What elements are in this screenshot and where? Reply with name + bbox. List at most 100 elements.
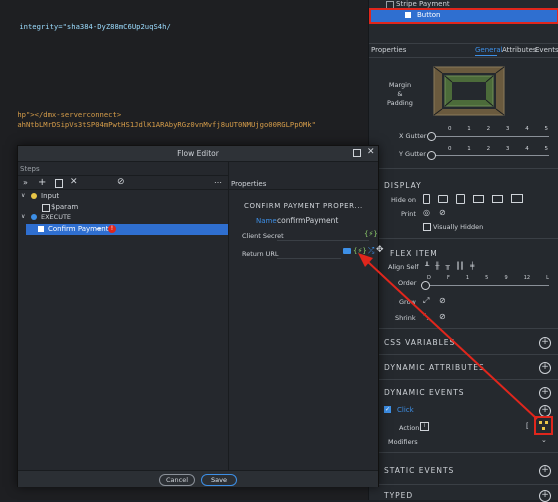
arrow-icon: ⇨ — [96, 225, 102, 233]
name-input[interactable]: confirmPayment — [277, 216, 338, 225]
tick-label: 3 — [505, 126, 510, 132]
visually-hidden-checkbox[interactable] — [423, 223, 431, 231]
add-dynamic-attribute-icon[interactable]: + — [539, 362, 551, 374]
align-baseline-icon[interactable]: ╪ — [470, 262, 474, 270]
dynamic-data-picker-icon[interactable]: [ — [526, 422, 529, 430]
return-url-input[interactable] — [277, 258, 341, 259]
action-label: Action — [399, 424, 420, 432]
maximize-icon[interactable] — [353, 149, 361, 157]
divider — [369, 354, 558, 355]
tick-label: 1 — [467, 146, 471, 152]
y-gutter-slider-handle[interactable] — [427, 151, 436, 160]
laptop-icon[interactable] — [473, 195, 484, 203]
phone-portrait-icon[interactable] — [423, 194, 430, 204]
folder-icon[interactable] — [343, 248, 351, 254]
divider — [369, 379, 558, 380]
margin-label: Margin — [388, 81, 412, 89]
x-gutter-slider[interactable] — [431, 136, 549, 137]
divider — [369, 168, 558, 169]
align-stretch-icon[interactable]: ║║ — [456, 262, 464, 270]
chevron-down-icon[interactable]: ⌄ — [541, 436, 547, 444]
large-desktop-icon[interactable] — [511, 194, 523, 203]
add-step-icon[interactable]: + — [38, 177, 46, 188]
eye-icon[interactable]: ◎ — [423, 208, 430, 217]
tick-label: 5 — [544, 146, 548, 152]
tree-item-execute[interactable]: EXECUTE — [41, 213, 71, 221]
steps-pane: Steps » + ✕ ⊘ … ∨ Input $param ∨ EXECUTE… — [18, 162, 229, 470]
input-icon — [31, 193, 37, 199]
dynamic-data-icon[interactable]: {⚡} — [353, 247, 367, 255]
phone-landscape-icon[interactable] — [438, 195, 448, 203]
tree-item-stripe-payment[interactable]: Stripe Payment — [386, 0, 450, 9]
dialog-title-bar[interactable]: Flow Editor — [18, 146, 378, 162]
properties-title: Properties — [371, 46, 407, 54]
add-css-variable-icon[interactable]: + — [539, 337, 551, 349]
tab-events[interactable]: Events — [535, 46, 558, 54]
add-static-event-icon[interactable]: + — [539, 465, 551, 477]
y-gutter-label: Y Gutter — [399, 150, 426, 158]
right-panel: Stripe Payment Button Properties General… — [368, 0, 558, 502]
eye-slash-icon[interactable]: ⊘ — [439, 208, 446, 217]
tree-item-input[interactable]: Input — [41, 192, 59, 200]
tab-attributes[interactable]: Attributes — [502, 46, 537, 54]
align-self-options: ╨ ╫ ╥ ║║ ╪ — [425, 262, 474, 270]
tree-item-param[interactable]: $param — [51, 203, 78, 211]
collapse-toggle-icon[interactable]: ∨ — [21, 213, 25, 220]
disable-icon[interactable]: ⊘ — [117, 177, 125, 187]
shrink-icon[interactable]: ⤡ — [423, 312, 429, 322]
dynamic-data-icon[interactable]: {⚡} — [364, 230, 378, 238]
steps-label: Steps — [20, 165, 40, 173]
close-icon[interactable]: ✕ — [367, 147, 375, 157]
flow-icon — [539, 421, 548, 430]
dynamic-events-title: DYNAMIC EVENTS — [384, 388, 465, 397]
tick-label: 5 — [485, 275, 489, 281]
code-line-text: ahNtbLMrDSipVs3tSP04mPwtHS1JdlK1ARAbyRGz… — [17, 120, 316, 129]
add-typed-icon[interactable]: + — [539, 490, 551, 502]
more-options-icon[interactable]: … — [214, 176, 222, 185]
copy-icon[interactable] — [55, 179, 63, 188]
delete-icon[interactable]: ✕ — [70, 177, 78, 187]
button-component-icon — [405, 12, 411, 18]
divider — [229, 189, 378, 190]
static-events-title: STATIC EVENTS — [384, 466, 455, 475]
align-center-icon[interactable]: ╫ — [435, 262, 439, 270]
save-button[interactable]: Save — [201, 474, 237, 486]
no-grow-icon[interactable]: ⊘ — [439, 296, 446, 305]
return-url-label: Return URL — [242, 250, 279, 258]
expand-icon[interactable]: ⤢ — [423, 296, 429, 306]
properties-label: Properties — [231, 180, 267, 188]
cancel-button[interactable]: Cancel — [159, 474, 195, 486]
order-slider-handle[interactable] — [421, 281, 430, 290]
client-secret-label: Client Secret — [242, 232, 284, 240]
flow-editor-button[interactable] — [534, 416, 553, 435]
divider — [18, 189, 228, 190]
align-end-icon[interactable]: ╥ — [445, 262, 449, 270]
dialog-footer: Cancel Save — [18, 470, 378, 487]
click-event-checkbox[interactable]: ✓ — [384, 406, 391, 413]
order-slider[interactable] — [425, 285, 549, 286]
divider — [18, 175, 228, 176]
tree-item-confirm-payment[interactable]: Confirm Payment ⇨ ! — [26, 224, 228, 235]
shuffle-icon[interactable]: ⤮ — [368, 246, 374, 256]
dialog-title: Flow Editor — [177, 149, 219, 158]
y-gutter-slider[interactable] — [431, 155, 549, 156]
collapse-toggle-icon[interactable]: ∨ — [21, 192, 25, 199]
code-line-text: integrity="sha384-DyZ88mC6Up2uqS4h/ — [19, 22, 171, 31]
tick-label: 5 — [544, 126, 548, 132]
tablet-icon[interactable] — [456, 194, 465, 204]
client-secret-input[interactable] — [277, 240, 369, 241]
no-shrink-icon[interactable]: ⊘ — [439, 312, 446, 321]
tab-general[interactable]: General — [475, 46, 503, 54]
tree-item-button[interactable]: Button — [369, 8, 558, 24]
box-model-editor[interactable] — [433, 66, 505, 116]
hide-on-label: Hide on — [391, 196, 416, 204]
order-label: Order — [398, 279, 417, 287]
x-gutter-slider-handle[interactable] — [427, 132, 436, 141]
desktop-icon[interactable] — [492, 195, 503, 203]
add-dynamic-event-icon[interactable]: + — [539, 387, 551, 399]
divider — [369, 57, 558, 58]
align-start-icon[interactable]: ╨ — [425, 262, 429, 270]
tick-label: 9 — [504, 275, 508, 281]
expand-all-icon[interactable]: » — [23, 178, 28, 187]
click-event-label[interactable]: Click — [397, 406, 414, 414]
